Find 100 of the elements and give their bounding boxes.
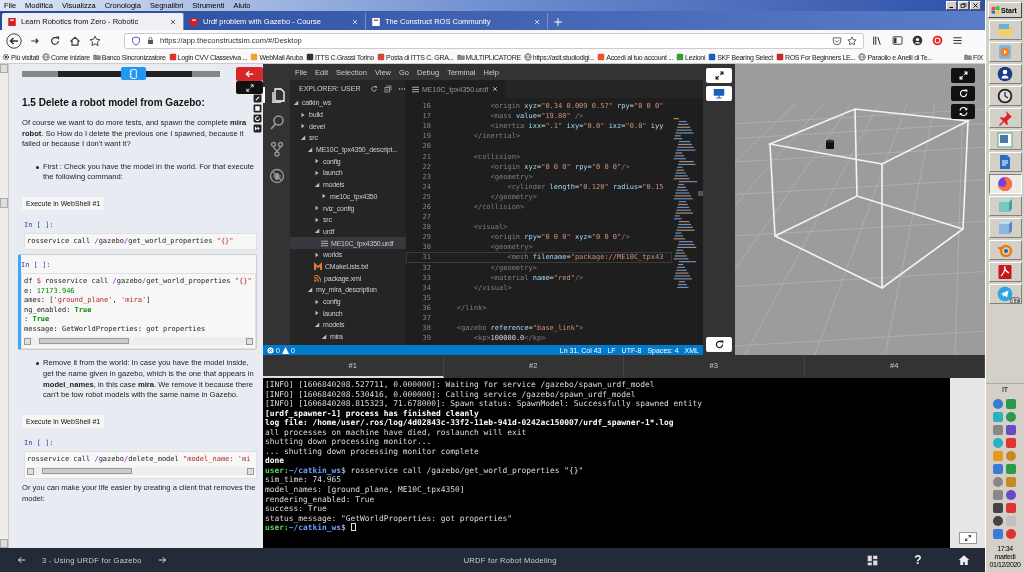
fox-globe-icon <box>997 176 1013 192</box>
fast-forward-button[interactable] <box>252 124 262 133</box>
scroll-thumb[interactable] <box>0 198 8 208</box>
sidebar-icon <box>891 35 903 46</box>
fullscreen-button[interactable] <box>706 68 732 83</box>
notebook-button[interactable] <box>121 67 146 80</box>
back-button[interactable] <box>236 67 263 81</box>
horizontal-scrollbar[interactable] <box>27 467 254 476</box>
square-icon <box>252 104 262 113</box>
books-icon <box>871 35 883 46</box>
screen-button[interactable] <box>706 86 732 101</box>
bullet-dot <box>36 165 39 169</box>
reload-button[interactable] <box>252 114 262 123</box>
globe-icon <box>858 53 867 61</box>
rss-icon <box>314 274 321 282</box>
reload-icon <box>49 34 61 47</box>
restore-button[interactable] <box>958 1 969 10</box>
scroll-thumb[interactable] <box>42 468 132 475</box>
expand-icon <box>963 534 972 542</box>
pocket-icon <box>832 35 842 46</box>
scroll-thumb[interactable] <box>698 191 703 196</box>
close-icon <box>492 86 499 92</box>
collapse-icon <box>384 84 393 93</box>
notebook-icon <box>129 68 138 79</box>
reload-button[interactable] <box>706 337 732 352</box>
restore-icon <box>960 2 967 9</box>
collapse-all-button[interactable] <box>384 84 393 93</box>
restart-button[interactable] <box>951 104 975 119</box>
page-icon <box>189 16 199 27</box>
terminal-panel[interactable] <box>263 378 950 548</box>
square-button[interactable] <box>252 104 262 113</box>
paper-plane-icon <box>997 286 1013 302</box>
cycle-icon <box>957 106 969 117</box>
lines-icon <box>321 239 328 247</box>
lock-icon <box>146 36 155 45</box>
arrow-right-icon <box>157 555 169 565</box>
picture-icon <box>997 132 1013 148</box>
bug-icon <box>268 168 285 184</box>
expand-icon <box>713 70 725 81</box>
close-icon <box>169 17 177 26</box>
reload-icon <box>252 114 262 123</box>
branch-icon <box>268 141 285 157</box>
home-icon <box>958 554 970 566</box>
shield-icon <box>131 35 141 46</box>
clock-icon <box>997 88 1013 104</box>
document-icon <box>997 154 1013 170</box>
horizontal-scrollbar[interactable] <box>24 337 253 346</box>
collapse-button[interactable] <box>252 94 262 103</box>
close-icon <box>351 17 359 26</box>
close-icon <box>972 2 979 9</box>
back-button[interactable] <box>6 31 22 50</box>
section-heading: 1.5 Delete a robot model from Gazebo: <box>22 97 206 108</box>
plus-icon <box>553 17 563 27</box>
scroll-thumb[interactable] <box>39 338 129 345</box>
menu-icon <box>951 35 963 46</box>
refresh-icon <box>370 84 379 93</box>
home-icon <box>69 34 81 47</box>
person-icon <box>997 66 1013 82</box>
reload-icon <box>957 88 969 99</box>
star-icon <box>89 34 101 47</box>
pushpin-icon <box>997 110 1013 126</box>
cube-icon <box>997 198 1013 214</box>
collapse-icon <box>252 94 262 103</box>
page-icon <box>7 16 17 27</box>
expand-icon <box>957 70 969 81</box>
folder-icon <box>456 53 465 61</box>
files-icon <box>269 87 286 103</box>
gear-icon <box>2 53 10 61</box>
expand-button[interactable] <box>236 81 263 94</box>
m-icon <box>314 262 322 271</box>
ring-icon <box>931 35 943 46</box>
document-icon <box>997 264 1013 280</box>
cube-icon <box>997 220 1013 236</box>
reset-view-button[interactable] <box>951 86 975 101</box>
fast-forward-icon <box>252 124 262 133</box>
scrollbar[interactable] <box>0 64 9 548</box>
minimize-button[interactable] <box>946 1 957 10</box>
arrow-left-icon <box>15 555 27 565</box>
keyboard-button[interactable] <box>958 532 977 544</box>
expand-icon <box>244 82 255 93</box>
cylinder-model <box>826 139 834 149</box>
close-icon <box>533 17 541 26</box>
arrow-left-icon <box>244 69 255 79</box>
folder-icon <box>964 53 972 61</box>
bullet-dot <box>36 362 39 366</box>
globe-icon <box>41 53 50 61</box>
back-icon <box>6 32 22 49</box>
globe-icon <box>523 53 532 61</box>
fullscreen-button[interactable] <box>951 68 975 83</box>
close-tab-button[interactable] <box>491 85 500 93</box>
help-button[interactable]: ? <box>909 551 927 569</box>
grid-icon <box>866 554 878 566</box>
close-button[interactable] <box>970 1 981 10</box>
orbit-icon <box>997 242 1013 258</box>
monitor-icon <box>713 88 725 99</box>
refresh-button[interactable] <box>370 84 379 93</box>
lines-icon <box>412 85 419 93</box>
reload-icon <box>713 339 725 350</box>
play-icon <box>997 44 1013 60</box>
page-icon <box>371 16 381 27</box>
